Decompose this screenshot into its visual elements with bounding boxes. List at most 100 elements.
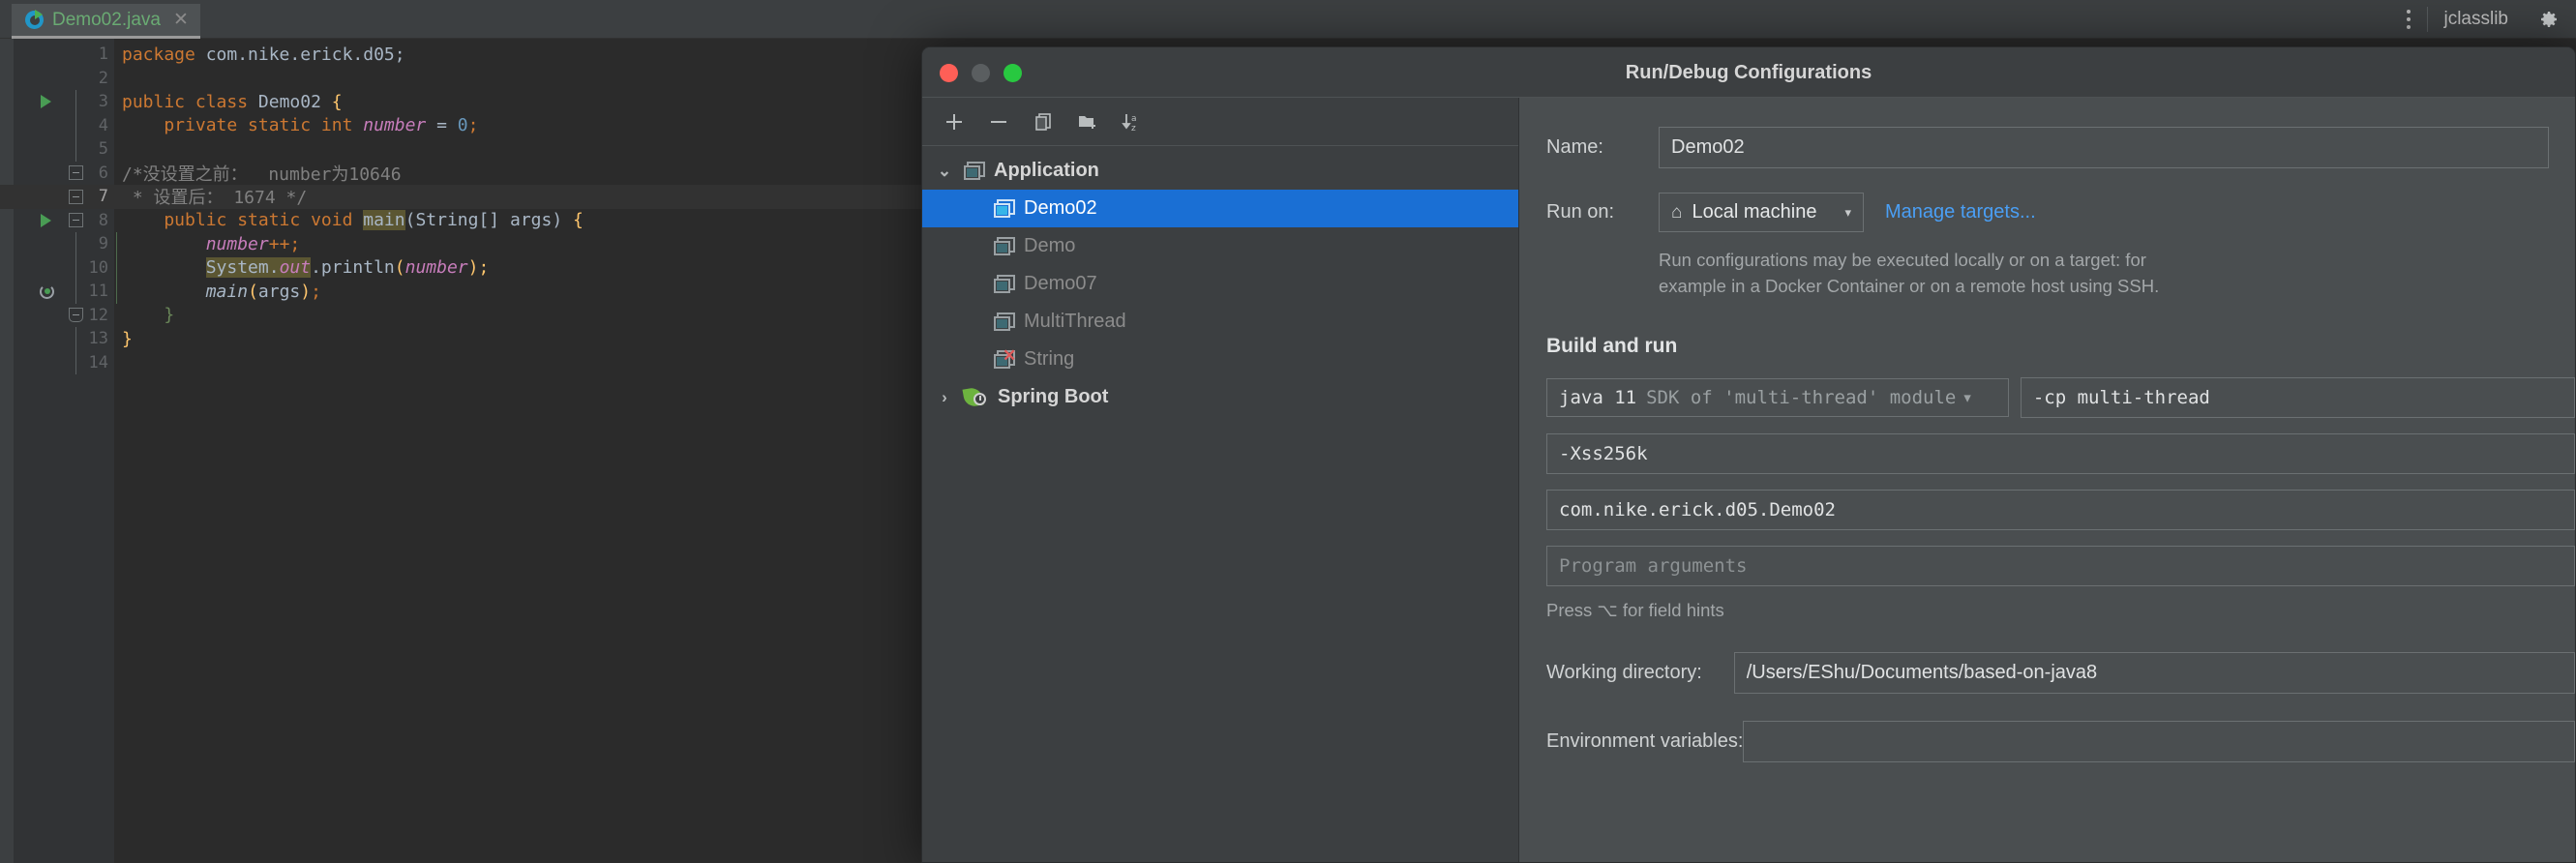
run-gutter-icon[interactable]	[41, 213, 51, 227]
fold-toggle-icon[interactable]	[69, 213, 83, 228]
name-label: Name:	[1546, 136, 1603, 158]
configurations-pane: a z ⌄ Application Demo02 Demo Demo07 MultiThr…	[922, 98, 1519, 862]
line-number: 13	[88, 329, 108, 349]
line-number: 3	[98, 92, 108, 112]
run-gutter-icon[interactable]	[41, 95, 51, 109]
remove-configuration-button[interactable]	[980, 104, 1017, 140]
fold-guide-line	[75, 232, 76, 256]
manage-targets-link[interactable]: Manage targets...	[1885, 201, 2036, 223]
fold-guide-line	[75, 350, 76, 374]
line-text: }	[122, 305, 175, 326]
chevron-right-icon[interactable]: ›	[934, 388, 955, 407]
run-on-value: Local machine	[1692, 201, 1817, 223]
fold-guide-line	[75, 327, 76, 351]
line-text: }	[122, 328, 133, 349]
line-number: 8	[98, 210, 108, 230]
copy-configuration-button[interactable]	[1025, 104, 1062, 140]
line-number: 1	[98, 45, 108, 65]
editor-tab-bar: Demo02.java ✕ jclasslib	[0, 0, 2576, 39]
run-on-hint-line-1: Run configurations may be executed local…	[1659, 250, 2146, 270]
topbar-right-group: jclasslib	[2392, 0, 2576, 39]
jclasslib-panel-title: jclasslib	[2443, 9, 2508, 29]
run-on-hint: Run configurations may be executed local…	[1519, 248, 2575, 300]
main-class-row	[1519, 489, 2575, 530]
tree-item-label: Application	[994, 160, 1099, 181]
tree-item-spring-boot[interactable]: › Spring Boot	[922, 378, 1518, 416]
run-debug-configurations-dialog: Run/Debug Configurations a z ⌄ Applicati…	[921, 46, 2576, 863]
indent-guide	[116, 280, 117, 304]
more-options-icon[interactable]	[2392, 0, 2425, 39]
line-text: System.out.println(number);	[205, 257, 490, 279]
line-number: 7	[98, 187, 108, 207]
tree-item-label: Demo07	[1024, 273, 1097, 294]
line-text: number++;	[205, 233, 301, 254]
fold-guide-line	[75, 113, 76, 137]
line-number: 5	[98, 139, 108, 160]
gear-icon[interactable]	[2522, 0, 2576, 39]
configurations-toolbar: a z	[922, 98, 1518, 146]
environment-variables-input[interactable]	[1743, 721, 2575, 763]
program-arguments-row	[1519, 545, 2575, 586]
line-number: 12	[88, 305, 108, 325]
vm-options-row	[1519, 432, 2575, 474]
new-folder-button[interactable]	[1069, 104, 1106, 140]
tree-item-label: MultiThread	[1024, 311, 1126, 332]
close-icon[interactable]: ✕	[173, 11, 189, 29]
run-on-combobox[interactable]: ⌂ Local machine ▾	[1659, 193, 1864, 232]
editor-tab-demo02[interactable]: Demo02.java ✕	[12, 4, 200, 39]
fold-toggle-icon[interactable]	[69, 189, 83, 204]
sort-alphabetically-button[interactable]: a z	[1114, 104, 1151, 140]
application-config-icon	[994, 274, 1015, 294]
spring-boot-icon	[962, 385, 989, 408]
line-number: 11	[88, 282, 108, 302]
program-arguments-input[interactable]	[1546, 545, 2575, 586]
application-config-icon	[964, 161, 985, 181]
tree-item-label: Demo02	[1024, 197, 1097, 219]
application-config-icon	[994, 236, 1015, 256]
editor-tab-label: Demo02.java	[52, 9, 161, 30]
line-text: * 设置后： 1674 */	[122, 188, 308, 209]
tree-item-demo07[interactable]: Demo07	[922, 265, 1518, 303]
tree-item-demo02[interactable]: Demo02	[922, 190, 1518, 227]
java-class-run-icon	[25, 10, 44, 29]
line-number: 6	[98, 163, 108, 183]
configurations-tree[interactable]: ⌄ Application Demo02 Demo Demo07 MultiThread ✕…	[922, 146, 1518, 862]
tree-item-application[interactable]: ⌄ Application	[922, 152, 1518, 190]
indent-guide	[116, 255, 117, 280]
fold-toggle-icon[interactable]	[69, 165, 83, 181]
line-text: /*没设置之前： number为10646	[122, 164, 402, 185]
tree-item-label: Demo	[1024, 235, 1076, 256]
tree-item-multithread[interactable]: MultiThread	[922, 303, 1518, 341]
chevron-down-icon: ▾	[1844, 204, 1851, 220]
name-input[interactable]	[1659, 127, 2549, 168]
working-directory-input[interactable]	[1733, 652, 2575, 695]
add-configuration-button[interactable]	[936, 104, 973, 140]
tree-item-string[interactable]: ✕ String	[922, 341, 1518, 378]
dialog-title: Run/Debug Configurations	[1625, 61, 1872, 83]
classpath-input[interactable]	[2020, 376, 2575, 418]
line-number: 4	[98, 115, 108, 135]
application-config-icon: ✕	[994, 347, 1016, 370]
line-text: public class Demo02 {	[122, 91, 343, 112]
jre-combobox[interactable]: java 11 SDK of 'multi-thread' module ▾	[1546, 377, 2009, 417]
tree-item-label: Spring Boot	[998, 386, 1109, 407]
line-number: 9	[98, 234, 108, 254]
dialog-title-bar: Run/Debug Configurations	[922, 47, 2575, 98]
tree-item-demo[interactable]: Demo	[922, 227, 1518, 265]
run-on-hint-line-2: example in a Docker Container or on a re…	[1659, 275, 2160, 296]
name-row: Name:	[1519, 127, 2575, 168]
vm-options-input[interactable]	[1546, 432, 2575, 474]
line-text: private static int number = 0;	[122, 115, 479, 136]
chevron-down-icon[interactable]: ⌄	[934, 162, 955, 181]
sdk-and-cp-row: java 11 SDK of 'multi-thread' module ▾	[1519, 376, 2575, 418]
dialog-body: a z ⌄ Application Demo02 Demo Demo07 MultiThr…	[922, 98, 2575, 862]
toolbar-divider	[2427, 7, 2429, 32]
fold-toggle-icon[interactable]	[69, 308, 83, 323]
fold-guide-line	[75, 137, 76, 162]
run-on-label: Run on:	[1546, 201, 1615, 223]
chevron-down-icon: ▾	[1962, 386, 1973, 408]
fold-guide-line	[75, 90, 76, 114]
fold-guide-line	[75, 255, 76, 280]
jre-module-note: SDK of 'multi-thread' module	[1646, 386, 1957, 408]
main-class-input[interactable]	[1546, 489, 2575, 530]
